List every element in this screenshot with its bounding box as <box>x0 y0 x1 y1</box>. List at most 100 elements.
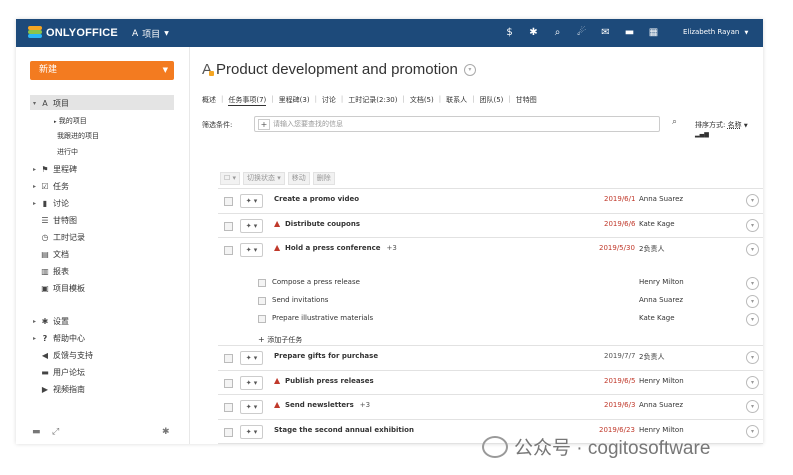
tab-discussions[interactable]: 讨论 <box>322 95 336 106</box>
sidebar-item-templates[interactable]: ▣ 项目模板 <box>33 283 85 294</box>
task-responsible[interactable]: Kate Kage <box>639 220 675 228</box>
task-checkbox[interactable] <box>224 379 233 388</box>
tab-gantt[interactable]: 甘特图 <box>516 95 537 106</box>
move-button[interactable]: 移动 <box>287 172 310 185</box>
task-checkbox[interactable] <box>224 197 233 206</box>
feed-icon[interactable]: ☄ <box>576 27 587 38</box>
chat-icon[interactable]: ▬ <box>32 427 41 437</box>
task-name[interactable]: Distribute coupons <box>285 220 360 228</box>
sort-order-icon[interactable]: ▂▄▆ <box>695 131 709 138</box>
task-row[interactable]: ✦ ▾ Create a promo video 2019/6/1 Anna Suar… <box>218 188 763 213</box>
task-name[interactable]: Create a promo video <box>274 195 359 203</box>
task-name[interactable]: Hold a press conference <box>285 244 380 252</box>
task-row[interactable]: ✦ ▾ ▲ Publish press releases 2019/6/5 Henry … <box>218 370 763 395</box>
dollar-icon[interactable]: $ <box>504 27 515 38</box>
user-menu[interactable]: Elizabeth Rayan ▼ <box>683 28 748 36</box>
task-responsible[interactable]: 2负责人 <box>639 244 664 254</box>
task-status-button[interactable]: ✦ ▾ <box>240 194 263 208</box>
sidebar-item-active[interactable]: 进行中 <box>57 147 78 157</box>
sidebar-item-discussions[interactable]: ▸ ▮ 讨论 <box>33 198 69 209</box>
tab-documents[interactable]: 文档(5) <box>410 95 434 106</box>
sidebar-item-followed-projects[interactable]: 我跟进的项目 <box>57 131 99 141</box>
more-options-icon[interactable]: ▾ <box>746 194 759 207</box>
tab-milestones[interactable]: 里程碑(3) <box>279 95 310 106</box>
sidebar-item-video[interactable]: ▶ 视频指南 <box>33 384 85 395</box>
subtask-name[interactable]: Prepare illustrative materials <box>272 314 373 322</box>
more-options-icon[interactable]: ▾ <box>746 313 759 326</box>
subtask-checkbox[interactable] <box>258 297 266 305</box>
subtask-responsible[interactable]: Anna Suarez <box>639 296 683 304</box>
subtask-count[interactable]: +3 <box>360 401 370 409</box>
task-status-button[interactable]: ✦ ▾ <box>240 243 263 257</box>
sidebar-item-feedback[interactable]: ◀ 反馈与支持 <box>33 350 93 361</box>
task-name[interactable]: Prepare gifts for purchase <box>274 352 378 360</box>
task-row[interactable]: ✦ ▾ ▲ Send newsletters +3 2019/6/3 Anna Suare… <box>218 394 763 419</box>
more-options-icon[interactable]: ▾ <box>746 425 759 438</box>
more-options-icon[interactable]: ▾ <box>746 219 759 232</box>
sidebar-item-forum[interactable]: ▬ 用户论坛 <box>33 367 85 378</box>
task-row[interactable]: ✦ ▾ Prepare gifts for purchase 2019/7/7 2负责… <box>218 345 763 370</box>
sidebar-item-help[interactable]: ▸ ? 帮助中心 <box>33 333 85 344</box>
sidebar-item-projects[interactable]: ▾ A 项目 <box>33 98 69 109</box>
task-status-button[interactable]: ✦ ▾ <box>240 400 263 414</box>
tab-team[interactable]: 团队(5) <box>479 95 503 106</box>
sidebar-item-gantt[interactable]: ☰ 甘特图 <box>33 215 77 226</box>
task-responsible[interactable]: Anna Suarez <box>639 195 683 203</box>
tab-overview[interactable]: 概述 <box>202 95 216 106</box>
task-responsible[interactable]: Anna Suarez <box>639 401 683 409</box>
subtask-checkbox[interactable] <box>258 279 266 287</box>
subtask-row[interactable]: Prepare illustrative materials Kate Kage ▾ <box>256 310 763 328</box>
subtask-checkbox[interactable] <box>258 315 266 323</box>
task-checkbox[interactable] <box>224 354 233 363</box>
select-all-checkbox[interactable]: ☐ ▾ <box>220 172 241 185</box>
new-button[interactable]: 新建 ▼ <box>30 61 174 80</box>
chat-icon[interactable]: ▬ <box>624 27 635 38</box>
sidebar-item-milestones[interactable]: ▸ ⚑ 里程碑 <box>33 164 77 175</box>
task-responsible[interactable]: Henry Milton <box>639 377 684 385</box>
change-status-button[interactable]: 切换状态 ▾ <box>243 172 285 185</box>
subtask-responsible[interactable]: Henry Milton <box>639 278 684 286</box>
calendar-icon[interactable]: ▦ <box>648 27 659 38</box>
task-checkbox[interactable] <box>224 428 233 437</box>
search-icon[interactable]: ⌕ <box>672 117 677 127</box>
more-options-icon[interactable]: ▾ <box>746 295 759 308</box>
sort-control[interactable]: 排序方式: 名称 ▼ ▂▄▆ <box>695 120 763 138</box>
task-name[interactable]: Stage the second annual exhibition <box>274 426 414 434</box>
search-icon[interactable]: ⌕ <box>552 27 563 38</box>
more-options-icon[interactable]: ▾ <box>746 400 759 413</box>
sidebar-item-tasks[interactable]: ▸ ☑ 任务 <box>33 181 69 192</box>
task-checkbox[interactable] <box>224 222 233 231</box>
task-row[interactable]: ✦ ▾ ▲ Distribute coupons 2019/6/6 Kate Kage ▾ <box>218 213 763 238</box>
task-status-button[interactable]: ✦ ▾ <box>240 219 263 233</box>
task-row[interactable]: ✦ ▾ ▲ Hold a press conference +3 2019/5/30 2负… <box>218 237 763 262</box>
expand-icon[interactable]: ⤢ <box>52 427 59 437</box>
gear-icon[interactable]: ✱ <box>162 427 170 437</box>
task-status-button[interactable]: ✦ ▾ <box>240 351 263 365</box>
more-options-icon[interactable]: ▾ <box>746 351 759 364</box>
delete-button[interactable]: 删除 <box>312 172 335 185</box>
task-responsible[interactable]: 2负责人 <box>639 352 664 362</box>
more-options-icon[interactable]: ▾ <box>746 376 759 389</box>
task-status-button[interactable]: ✦ ▾ <box>240 376 263 390</box>
chevron-down-icon[interactable]: ▾ <box>463 63 476 76</box>
task-status-button[interactable]: ✦ ▾ <box>240 425 263 439</box>
sidebar-item-time-tracking[interactable]: ◷ 工时记录 <box>33 232 86 243</box>
subtask-row[interactable]: Send invitations Anna Suarez ▾ <box>256 292 763 310</box>
onlyoffice-logo[interactable]: ONLYOFFICE <box>28 26 118 39</box>
tab-contacts[interactable]: 联系人 <box>446 95 467 106</box>
sidebar-item-reports[interactable]: ▥ 报表 <box>33 266 69 277</box>
sidebar-item-my-projects[interactable]: ▸ 我的项目 <box>54 116 87 126</box>
task-name[interactable]: Publish press releases <box>285 377 374 385</box>
more-options-icon[interactable]: ▾ <box>746 243 759 256</box>
filter-search-input[interactable] <box>273 118 643 129</box>
subtask-name[interactable]: Send invitations <box>272 296 328 304</box>
task-name[interactable]: Send newsletters <box>285 401 354 409</box>
subtask-row[interactable]: Compose a press release Henry Milton ▾ <box>256 274 763 292</box>
sidebar-item-settings[interactable]: ▸ ✱ 设置 <box>33 316 69 327</box>
task-checkbox[interactable] <box>224 403 233 412</box>
gear-icon[interactable]: ✱ <box>528 27 539 38</box>
task-checkbox[interactable] <box>224 246 233 255</box>
subtask-count[interactable]: +3 <box>386 244 396 252</box>
tab-time-tracking[interactable]: 工时记录(2:30) <box>348 95 397 106</box>
more-options-icon[interactable]: ▾ <box>746 277 759 290</box>
